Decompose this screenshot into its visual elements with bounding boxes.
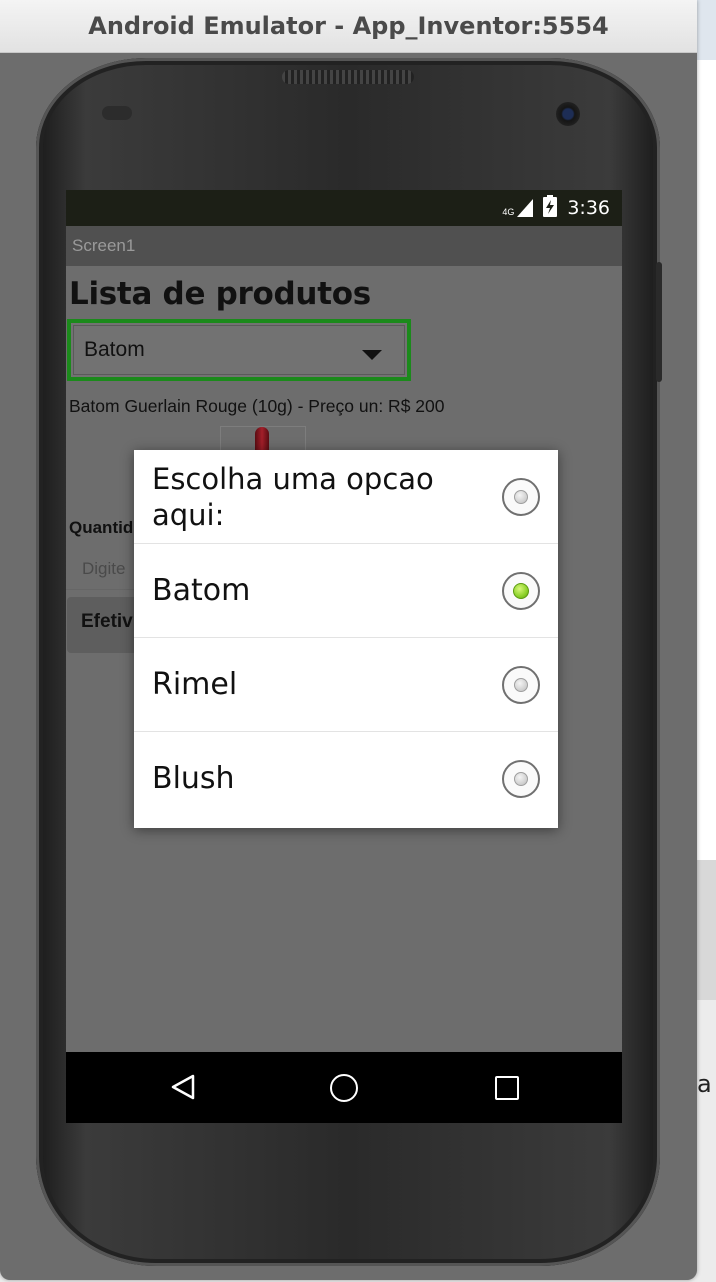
volume-button[interactable] <box>656 262 662 382</box>
status-bar: 4G 3:36 <box>66 190 622 226</box>
radio-button[interactable] <box>502 665 540 704</box>
dropdown-arrow-icon <box>362 350 382 360</box>
network-type: 4G <box>502 207 515 217</box>
signal-icon: 4G <box>502 199 534 217</box>
dialog-title: Escolha uma opcao aqui: <box>152 461 434 532</box>
radio-dot <box>514 489 528 504</box>
radio-button[interactable] <box>502 477 540 516</box>
dialog-option-batom[interactable]: Batom <box>134 544 558 638</box>
desktop-strip <box>697 60 716 860</box>
page-heading: Lista de produtos <box>69 276 371 312</box>
dialog-title-row[interactable]: Escolha uma opcao aqui: <box>134 450 558 544</box>
dialog-option-blush[interactable]: Blush <box>134 732 558 826</box>
window-titlebar[interactable]: Android Emulator - App_Inventor:5554 <box>0 0 697 53</box>
window-title: Android Emulator - App_Inventor:5554 <box>88 12 609 40</box>
back-icon[interactable] <box>170 1074 196 1100</box>
recents-icon[interactable] <box>495 1076 519 1100</box>
emulator-window: Android Emulator - App_Inventor:5554 4G … <box>0 0 697 1280</box>
app-title-bar: Screen1 <box>66 226 622 266</box>
spinner-selected-value: Batom <box>84 338 145 361</box>
phone-screen: 4G 3:36 Screen1 Lista de produtos Batom … <box>66 190 622 1123</box>
product-spinner[interactable]: Batom <box>67 319 411 381</box>
speaker-grille <box>282 70 414 84</box>
radio-dot <box>514 677 528 692</box>
desktop-strip <box>697 0 716 60</box>
radio-dot <box>513 582 529 599</box>
home-icon[interactable] <box>330 1074 358 1102</box>
radio-dot <box>514 772 528 786</box>
background-text: a <box>697 1070 712 1098</box>
navigation-bar <box>66 1052 622 1123</box>
front-camera <box>556 102 580 126</box>
option-label: Blush <box>152 761 235 796</box>
option-label: Batom <box>152 572 251 608</box>
option-label: Rimel <box>152 666 238 702</box>
product-description: Batom Guerlain Rouge (10g) - Preço un: R… <box>69 396 445 416</box>
quantity-label: Quantid <box>69 518 134 537</box>
proximity-sensor <box>102 106 132 120</box>
status-time: 3:36 <box>567 197 610 219</box>
dialog-option-rimel[interactable]: Rimel <box>134 638 558 732</box>
spinner-field: Batom <box>73 325 405 375</box>
options-dialog: Escolha uma opcao aqui: Batom Rimel Blus… <box>134 450 558 828</box>
desktop-strip <box>697 860 716 1000</box>
radio-button[interactable] <box>502 760 540 798</box>
battery-icon <box>543 194 558 222</box>
radio-button-selected[interactable] <box>502 571 540 610</box>
